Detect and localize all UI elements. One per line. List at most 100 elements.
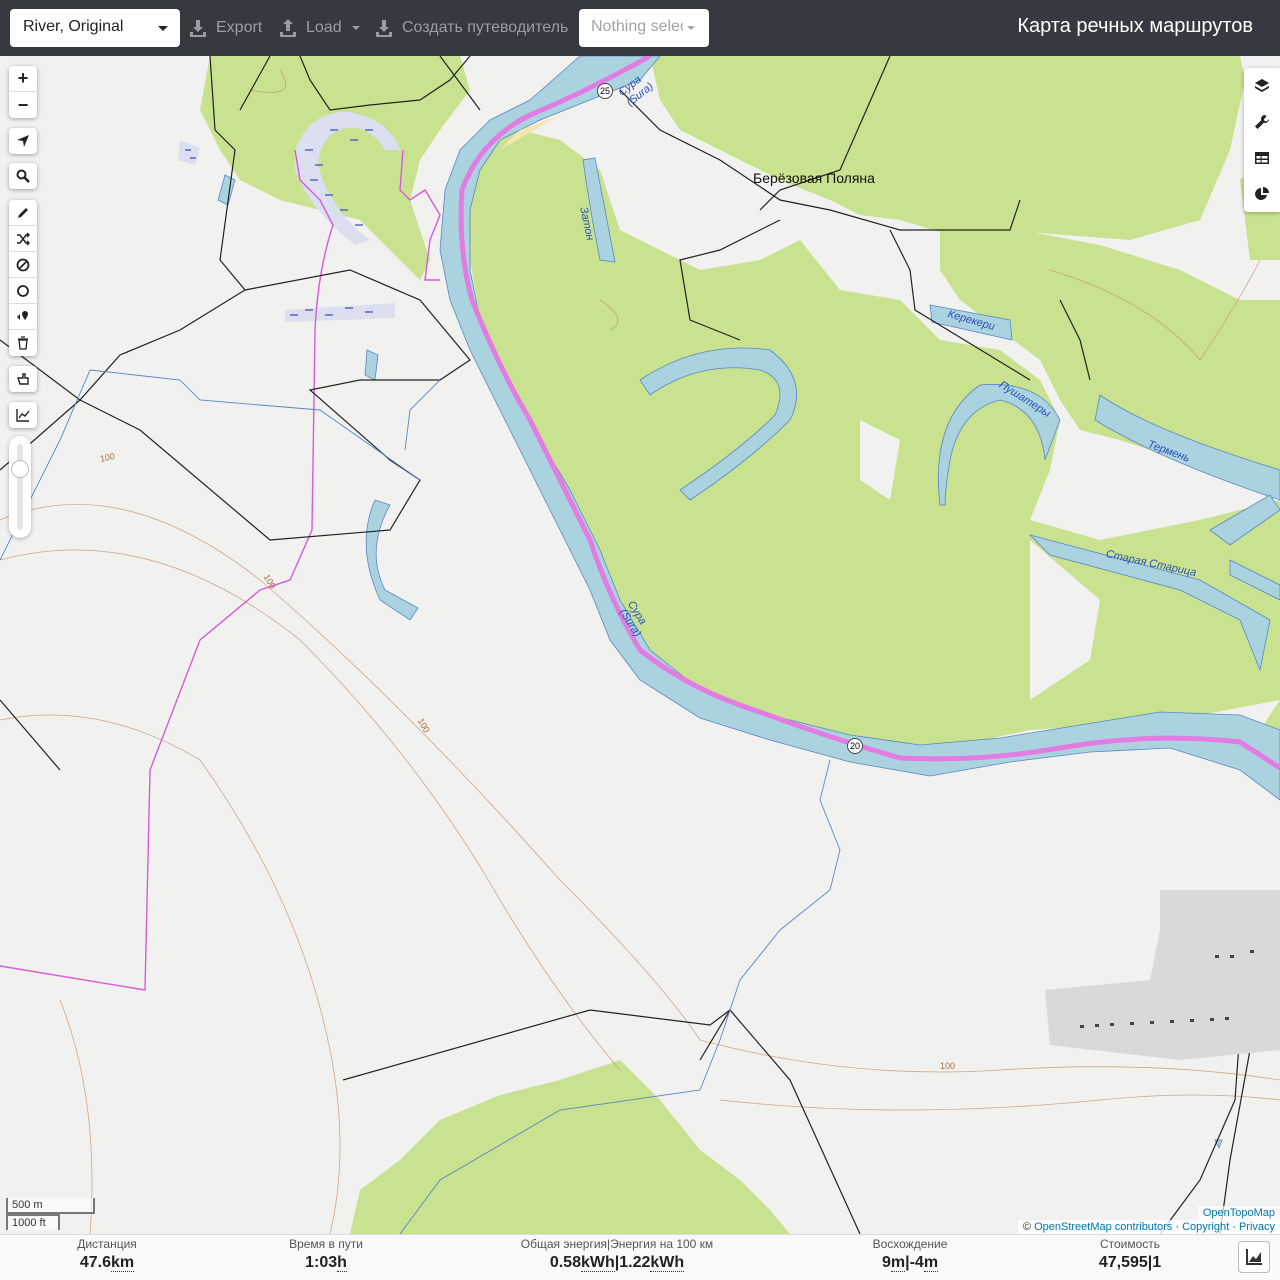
routing-profile-select[interactable]: River, Original bbox=[10, 9, 180, 47]
slider-handle[interactable] bbox=[11, 460, 29, 478]
delete-route-button[interactable] bbox=[9, 330, 37, 356]
stop-tool-control bbox=[9, 366, 37, 392]
search-button[interactable] bbox=[9, 163, 37, 189]
area-chart-icon bbox=[1246, 1249, 1262, 1265]
stat-value: 1:03 bbox=[305, 1254, 338, 1271]
circle-icon bbox=[17, 284, 29, 297]
stop-tool-button[interactable] bbox=[9, 366, 37, 392]
separator: · bbox=[1175, 1221, 1179, 1233]
separator: · bbox=[1232, 1221, 1236, 1233]
copyright-symbol: © bbox=[1022, 1221, 1032, 1233]
copyright-link[interactable]: Copyright bbox=[1182, 1221, 1229, 1233]
stat-value: 47,595 bbox=[1098, 1254, 1148, 1271]
stat-cost: Стоимость 47,595|1 bbox=[1085, 1237, 1175, 1272]
stat-label: Общая энергия|Энергия на 100 км bbox=[520, 1237, 714, 1251]
route-shield: 25 bbox=[597, 83, 613, 99]
stat-label: Стоимость bbox=[1099, 1237, 1161, 1251]
routing-profile-value: River, Original bbox=[23, 18, 124, 35]
line-chart-icon bbox=[16, 409, 30, 422]
privacy-link[interactable]: Privacy bbox=[1239, 1221, 1275, 1233]
stat-label: Восхождение bbox=[872, 1237, 948, 1251]
search-icon bbox=[16, 169, 30, 183]
map-attribution: OpenTopoMap © OpenStreetMap contributors… bbox=[1017, 1206, 1280, 1234]
download-icon bbox=[376, 20, 392, 37]
trash-icon bbox=[18, 336, 28, 350]
scale-metric: 500 m bbox=[6, 1198, 95, 1214]
stat-label: Дистанция bbox=[77, 1237, 137, 1251]
layers-button[interactable] bbox=[1244, 68, 1280, 104]
load-button[interactable]: Load bbox=[278, 14, 360, 42]
shuffle-icon bbox=[17, 231, 30, 246]
slider-track bbox=[17, 444, 23, 530]
stat-energy: Общая энергия|Энергия на 100 км 0.58kWh|… bbox=[507, 1237, 727, 1272]
stat-value: 47.6 bbox=[79, 1254, 111, 1271]
statistics-button[interactable] bbox=[1244, 176, 1280, 212]
export-button[interactable]: Export bbox=[188, 14, 262, 42]
app-title: Карта речных маршрутов bbox=[1017, 15, 1253, 37]
stat-unit: m bbox=[923, 1254, 939, 1272]
opacity-slider[interactable] bbox=[9, 436, 31, 538]
wrench-icon bbox=[1255, 115, 1269, 129]
elevation-button[interactable] bbox=[9, 402, 37, 428]
circle-button[interactable] bbox=[9, 278, 37, 304]
settings-button[interactable] bbox=[1244, 104, 1280, 140]
map-canvas[interactable] bbox=[0, 56, 1280, 1234]
download-icon bbox=[190, 20, 206, 37]
stat-distance: Дистанция 47.6km bbox=[60, 1237, 154, 1272]
zoom-out-button[interactable]: − bbox=[9, 92, 37, 118]
map-marker-icon bbox=[17, 310, 28, 320]
stat-time: Время в пути 1:03h bbox=[276, 1237, 376, 1272]
selection-placeholder: Nothing selected bbox=[591, 18, 683, 35]
stat-unit: m bbox=[890, 1254, 906, 1272]
route-stats-bar: Дистанция 47.6km Время в пути 1:03h Обща… bbox=[0, 1234, 1280, 1280]
chevron-down-icon bbox=[158, 26, 168, 31]
stat-value: 1 bbox=[1152, 1254, 1162, 1271]
ban-icon bbox=[16, 258, 30, 271]
zoom-in-button[interactable]: + bbox=[9, 66, 37, 92]
table-icon bbox=[1255, 152, 1269, 164]
stat-value: -4 bbox=[909, 1254, 924, 1271]
stat-unit: km bbox=[111, 1254, 135, 1272]
forest-areas bbox=[200, 56, 1280, 1234]
pie-chart-icon bbox=[1255, 187, 1269, 200]
table-button[interactable] bbox=[1244, 140, 1280, 176]
edit-toolbar bbox=[9, 200, 37, 356]
right-toolbar bbox=[1244, 68, 1280, 212]
village-label: Берёзовая Поляна bbox=[753, 170, 875, 186]
draw-route-button[interactable] bbox=[9, 200, 37, 226]
map-view[interactable]: Берёзовая Поляна Сура (Sura) Сура (Sura)… bbox=[0, 56, 1280, 1234]
create-guide-label: Создать путеводитель bbox=[402, 19, 569, 36]
no-go-area-button[interactable] bbox=[9, 252, 37, 278]
stat-ascent: Восхождение 9m|-4m bbox=[860, 1237, 960, 1272]
upload-icon bbox=[280, 19, 296, 37]
stat-value: 0.58 bbox=[549, 1254, 581, 1271]
elevation-control bbox=[9, 402, 37, 428]
navigation-arrow-icon bbox=[17, 135, 29, 147]
layer-attribution-link[interactable]: OpenTopoMap bbox=[1197, 1206, 1280, 1220]
selection-dropdown[interactable]: Nothing selected bbox=[579, 9, 709, 47]
contour-label: 100 bbox=[940, 1061, 956, 1071]
stat-unit: kWh bbox=[580, 1254, 615, 1272]
poi-button[interactable] bbox=[9, 304, 37, 330]
create-guide-button[interactable]: Создать путеводитель bbox=[374, 14, 568, 42]
export-label: Export bbox=[216, 19, 263, 36]
stat-value: 9 bbox=[881, 1254, 891, 1271]
stat-label: Время в пути bbox=[289, 1237, 363, 1251]
chevron-down-icon bbox=[351, 26, 360, 30]
top-navbar: River, Original Export Load Создать путе… bbox=[0, 0, 1280, 56]
search-control bbox=[9, 163, 37, 189]
elevation-chart-button[interactable] bbox=[1238, 1241, 1270, 1273]
pencil-icon bbox=[18, 207, 28, 218]
locate-button[interactable] bbox=[9, 128, 37, 154]
chevron-down-icon bbox=[687, 26, 695, 30]
stat-unit: h bbox=[337, 1254, 347, 1272]
stat-value: 1.22 bbox=[619, 1254, 651, 1271]
map-scale: 500 m 1000 ft bbox=[6, 1198, 95, 1230]
zoom-control: + − bbox=[9, 66, 37, 118]
locate-control bbox=[9, 128, 37, 154]
stat-unit: kWh bbox=[650, 1254, 685, 1272]
load-label: Load bbox=[306, 19, 342, 36]
reverse-route-button[interactable] bbox=[9, 226, 37, 252]
osm-contributors-link[interactable]: OpenStreetMap contributors bbox=[1034, 1221, 1172, 1233]
route-shield: 20 bbox=[847, 738, 863, 754]
